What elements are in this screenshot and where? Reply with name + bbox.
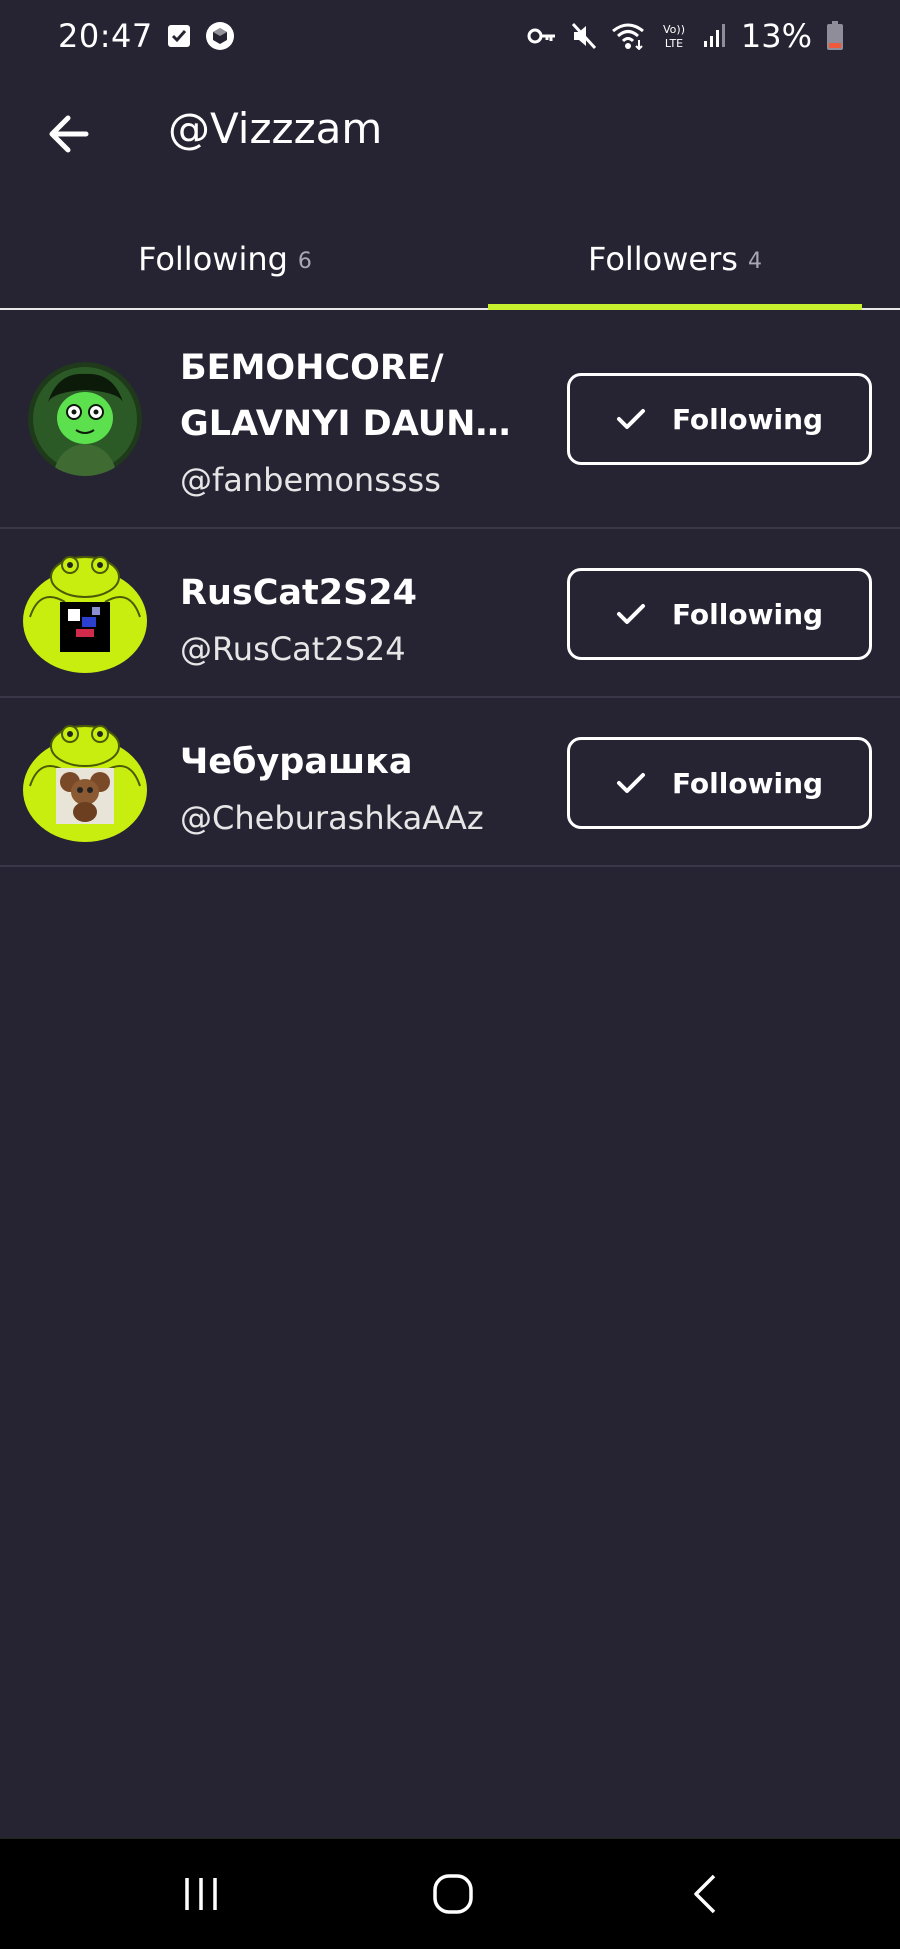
user-handle: @fanbemonssss [180,461,441,499]
status-bar: 20:47 Vo)) LTE 13% [0,0,900,72]
header: @Vizzzam [0,96,900,172]
tab-bar: Following 6 Followers 4 [0,210,900,310]
tab-label: Following [138,240,288,278]
display-name: Чебурашка [180,742,413,782]
svg-text:Vo)): Vo)) [663,23,685,36]
user-info: БЕМОНCORE/ GLAVNYI DAUN SERVERA @fanbemo… [180,340,530,508]
tab-count: 4 [747,248,762,274]
display-name: БЕМОНCORE/ GLAVNYI DAUN SERVERA [180,348,476,444]
signal-icon [703,23,727,49]
following-button[interactable]: Following [567,373,872,465]
battery-low-icon [826,21,844,51]
list-item[interactable]: Чебурашка @CheburashkaAAz Following [0,698,900,867]
user-info: Чебурашка @CheburashkaAAz [180,734,530,846]
avatar[interactable] [20,716,150,846]
cube-app-icon [205,21,235,51]
following-button-label: Following [671,766,824,800]
svg-text:LTE: LTE [665,37,683,50]
volte-icon: Vo)) LTE [659,21,689,51]
lime-frog-cheburashka-avatar [20,716,150,846]
status-time: 20:47 [58,17,153,55]
key-icon [527,25,557,47]
back-button[interactable] [40,106,96,162]
following-button-label: Following [671,402,824,436]
following-button[interactable]: Following [567,568,872,660]
nav-back-button[interactable] [660,1859,750,1929]
status-left: 20:47 [58,17,235,55]
check-icon [616,409,645,429]
tab-label: Followers [588,240,738,278]
wifi-icon [611,22,645,50]
check-icon [616,773,645,793]
checkbox-notification-icon [167,24,191,48]
arrow-left-icon [49,115,89,153]
user-handle: @CheburashkaAAz [180,799,484,837]
avatar[interactable] [28,362,142,476]
display-name: RusCat2S24 [180,573,418,613]
mute-icon [571,22,597,50]
page-title: @Vizzzam [168,104,383,153]
battery-percent: 13% [740,17,812,55]
green-cartoon-avatar [28,362,142,476]
system-nav-bar [0,1838,900,1949]
followers-list: БЕМОНCORE/ GLAVNYI DAUN SERVERA @fanbemo… [0,310,900,867]
status-right: Vo)) LTE 13% [527,17,844,55]
recent-apps-button[interactable] [156,1859,246,1929]
tab-following[interactable]: Following 6 [0,210,450,308]
tab-followers[interactable]: Followers 4 [450,210,900,308]
tab-count: 6 [297,248,312,274]
following-button[interactable]: Following [567,737,872,829]
following-button-label: Following [671,597,824,631]
user-handle: @RusCat2S24 [180,630,406,668]
screen: 20:47 Vo)) LTE 13% @Vizzzam Following 6 … [0,0,900,1949]
check-icon [616,604,645,624]
recent-apps-icon [185,1878,217,1910]
list-item[interactable]: БЕМОНCORE/ GLAVNYI DAUN SERVERA @fanbemo… [0,310,900,529]
home-icon [433,1874,473,1914]
home-button[interactable] [408,1859,498,1929]
user-info: RusCat2S24 @RusCat2S24 [180,565,530,677]
list-item[interactable]: RusCat2S24 @RusCat2S24 Following [0,529,900,698]
nav-back-icon [694,1874,716,1914]
lime-frog-avatar [20,547,150,677]
avatar[interactable] [20,547,150,677]
